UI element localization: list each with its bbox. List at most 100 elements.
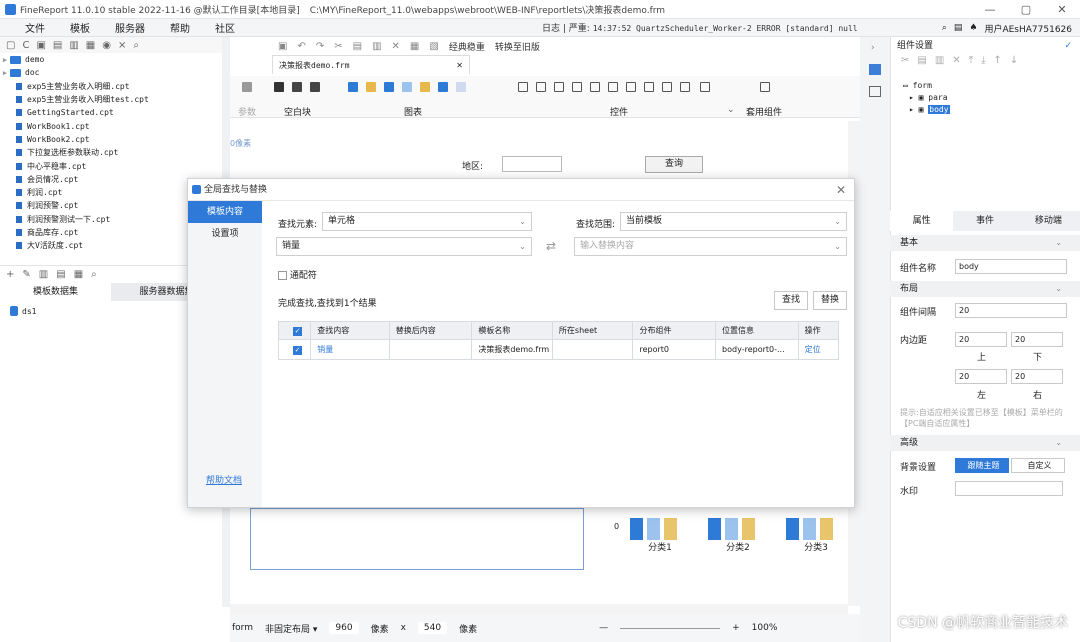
menu-file[interactable]: 文件 [25, 20, 45, 35]
number-widget-icon[interactable] [536, 82, 546, 92]
tab-block-icon[interactable] [292, 82, 302, 92]
find-button[interactable]: 查找 [774, 291, 808, 310]
pad-left-field[interactable]: 20 [955, 369, 1007, 384]
row-checkbox[interactable]: ✓ [277, 339, 312, 360]
preview-icon[interactable]: ▦ [410, 41, 419, 52]
menu-community[interactable]: 社区 [215, 20, 235, 35]
undo-icon[interactable]: ↶ [297, 41, 305, 52]
tree-file[interactable]: WorkBook2.cpt [0, 133, 222, 146]
upload-widget-icon[interactable] [700, 82, 710, 92]
pad-top-field[interactable]: 20 [955, 332, 1007, 347]
paste-icon[interactable]: ▥ [372, 41, 381, 52]
maximize-icon[interactable]: ▢ [1008, 0, 1044, 19]
scope-select[interactable]: 当前模板 ⌄ [620, 212, 847, 231]
region-combo[interactable] [502, 156, 562, 172]
zoom-slider[interactable] [620, 627, 721, 629]
pad-bottom-field[interactable]: 20 [1011, 332, 1063, 347]
ribbon-expand-icon[interactable]: ⌄ [727, 105, 735, 115]
select-all-checkbox[interactable]: ✓ [277, 321, 312, 340]
open-icon[interactable]: ▣ [36, 40, 45, 51]
close-icon[interactable]: ✕ [1044, 0, 1080, 19]
section-basic[interactable]: 基本 ⌄ [890, 235, 1080, 251]
move-top-icon[interactable]: ⤒ [969, 55, 973, 73]
radio-widget-icon[interactable] [662, 82, 672, 92]
widget-library-icon[interactable] [869, 86, 881, 97]
copy-icon[interactable]: ▤ [917, 55, 926, 73]
swap-icon[interactable]: ⇄ [546, 239, 556, 253]
bar-chart-icon[interactable] [366, 82, 376, 92]
edit-icon[interactable]: ✎ [22, 269, 30, 280]
report-block[interactable] [250, 508, 584, 570]
list-widget-icon[interactable] [608, 82, 618, 92]
delete-icon[interactable]: ✕ [392, 41, 400, 52]
bg-theme-button[interactable]: 跟随主题 [955, 458, 1009, 473]
theme-button[interactable]: 经典稳重 [449, 40, 485, 53]
minimize-icon[interactable]: — [972, 0, 1008, 19]
replace-input[interactable]: 输入替换内容 ⌄ [574, 237, 847, 256]
menu-server[interactable]: 服务器 [115, 20, 145, 35]
log-bar[interactable]: 日志 | 严重: 14:37:52 QuartzScheduler_Worker… [542, 21, 858, 34]
copy-icon[interactable]: ▤ [353, 41, 362, 52]
dataset-search-icon[interactable]: ⌕ [91, 269, 97, 280]
password-widget-icon[interactable] [554, 82, 564, 92]
redo-icon[interactable]: ↷ [316, 41, 324, 52]
move-up-icon[interactable]: ↑ [994, 55, 1002, 73]
refresh-icon[interactable]: C [22, 40, 29, 51]
locate-link[interactable]: 定位 [797, 339, 840, 360]
layout-mode-dropdown[interactable]: 非固定布局 ▾ [265, 622, 317, 635]
user-name[interactable]: 用户AEsHA7751626 [984, 22, 1072, 35]
tab-template-dataset[interactable]: 模板数据集 [0, 283, 111, 301]
search-icon[interactable]: ⌕ [942, 23, 947, 33]
chart-block[interactable]: 0 分类1 分类2 分类3 [596, 506, 846, 566]
query-button[interactable]: 查询 [645, 156, 703, 173]
line-chart-icon[interactable] [402, 82, 412, 92]
confirm-check-icon[interactable]: ✓ [1064, 37, 1072, 55]
menu-template[interactable]: 模板 [70, 20, 90, 35]
file-tab[interactable]: 决策报表demo.frm ✕ [272, 55, 470, 74]
date-widget-icon[interactable] [572, 82, 582, 92]
horizontal-scrollbar[interactable] [230, 604, 848, 614]
checkbox-widget-icon[interactable] [680, 82, 690, 92]
bell-icon[interactable]: ♠ [969, 23, 977, 33]
combo-widget-icon[interactable] [590, 82, 600, 92]
help-link[interactable]: 帮助文档 [206, 473, 242, 486]
tree-folder[interactable]: ▶ demo [0, 53, 222, 66]
close-tab-icon[interactable]: ✕ [456, 61, 463, 70]
tree-file[interactable]: exp5主营业务收入明细test.cpt [0, 93, 222, 106]
height-field[interactable]: 540 [417, 622, 448, 634]
blank-block-icon[interactable] [274, 82, 284, 92]
param-icon[interactable] [242, 82, 252, 92]
name-field[interactable]: body [955, 259, 1067, 274]
paste-icon[interactable]: ▥ [935, 55, 944, 73]
tree-file[interactable]: GettingStarted.cpt [0, 106, 222, 119]
tree-widget-icon[interactable] [626, 82, 636, 92]
tree-folder[interactable]: ▶ doc [0, 66, 222, 79]
menu-help[interactable]: 帮助 [170, 20, 190, 35]
move-down-icon[interactable]: ↓ [1010, 55, 1018, 73]
preset-component-icon[interactable] [760, 82, 770, 92]
watermark-field[interactable] [955, 481, 1063, 496]
pie-chart-icon[interactable] [348, 82, 358, 92]
message-icon[interactable]: ▤ [954, 23, 963, 33]
delete-icon[interactable]: ▥ [69, 40, 78, 51]
pad-right-field[interactable]: 20 [1011, 369, 1063, 384]
cut-icon[interactable]: ✂ [334, 41, 342, 52]
delete-icon[interactable]: ✕ [952, 55, 960, 73]
expand-panel-icon[interactable]: › [871, 43, 875, 53]
move-bottom-icon[interactable]: ⤓ [981, 55, 985, 73]
section-layout[interactable]: 布局 ⌄ [890, 281, 1080, 297]
tree-search-icon[interactable]: ⌕ [133, 40, 139, 51]
add-dataset-icon[interactable]: + [6, 269, 14, 280]
tree-file[interactable]: 中心平稳率.cpt [0, 159, 222, 172]
zoom-in-icon[interactable]: + [732, 623, 740, 633]
nav-template-content[interactable]: 模板内容 [188, 201, 262, 223]
cut-icon[interactable]: ✂ [901, 55, 909, 73]
wildcard-checkbox[interactable]: 通配符 [278, 268, 317, 281]
tree-node-body[interactable]: ▸ ▣ body [903, 105, 1080, 117]
dialog-close-icon[interactable]: ✕ [836, 179, 846, 201]
absolute-block-icon[interactable] [310, 82, 320, 92]
tab-events[interactable]: 事件 [953, 211, 1016, 231]
button-widget-icon[interactable] [644, 82, 654, 92]
find-elem-select[interactable]: 单元格 ⌄ [322, 212, 532, 231]
server-dataset-icon[interactable]: ▦ [74, 269, 83, 280]
